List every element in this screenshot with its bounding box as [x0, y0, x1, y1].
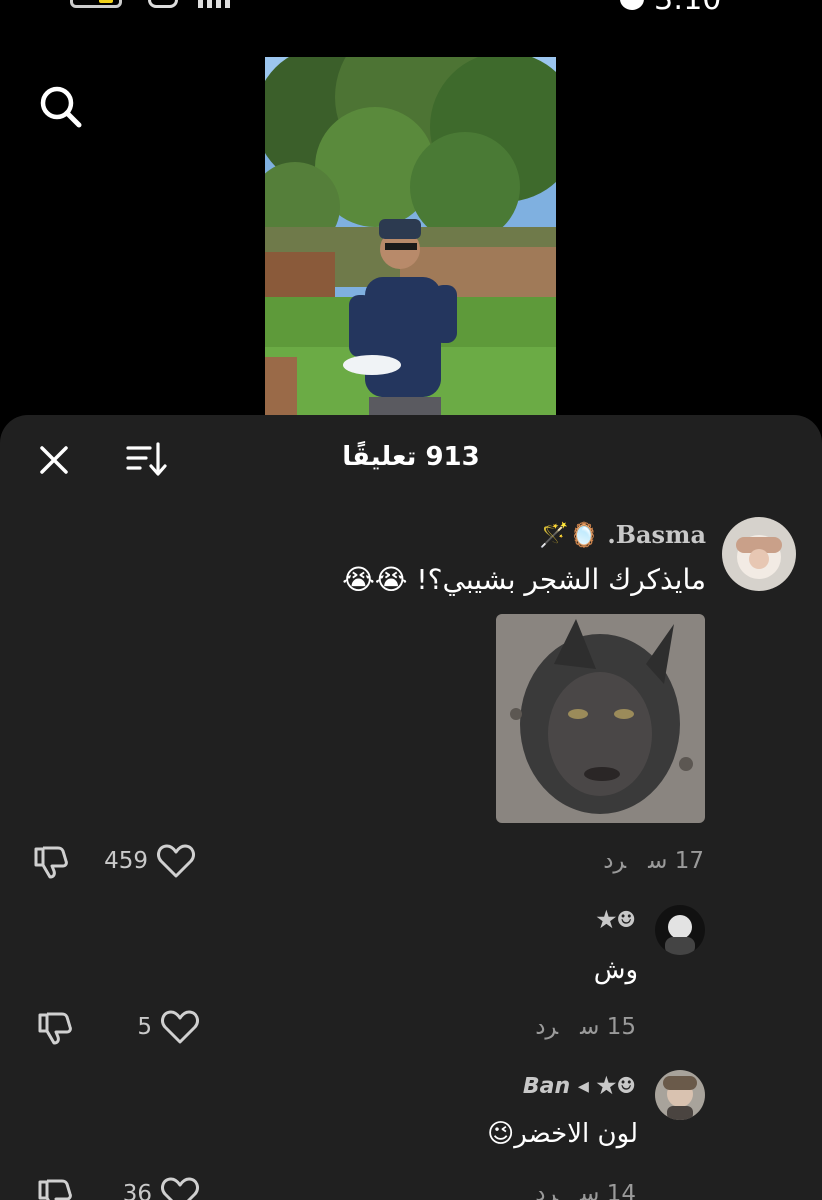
comment-meta: 15 س رد: [535, 1014, 636, 1040]
like-count: 459: [104, 848, 148, 874]
comment-meta: 14 س رد: [535, 1181, 636, 1200]
comments-sheet: 913 تعليقًا Basma. 🪞🪄 مايذكرك الشجر بشيب…: [0, 415, 822, 1200]
comment-time: 14 س: [580, 1181, 636, 1200]
close-icon: [40, 446, 68, 474]
sticker-image: [496, 614, 705, 823]
comment-text: وش: [593, 955, 638, 985]
search-button[interactable]: [32, 80, 88, 136]
reply-button[interactable]: رد: [535, 1014, 558, 1040]
like-count: 5: [137, 1014, 152, 1040]
thumbs-down-icon: [38, 1179, 72, 1200]
comment-sticker[interactable]: [496, 614, 705, 823]
dislike-button[interactable]: [36, 1009, 74, 1047]
video-player[interactable]: [265, 57, 556, 427]
like-button[interactable]: [160, 1009, 200, 1045]
like-button[interactable]: [156, 843, 196, 879]
comment-time: 17 س: [648, 848, 704, 874]
heart-icon: [161, 1010, 199, 1044]
like-button[interactable]: [160, 1176, 200, 1200]
avatar-image: [722, 517, 796, 591]
reply-button[interactable]: رد: [603, 848, 626, 874]
avatar[interactable]: [722, 517, 796, 591]
link-icon: [148, 0, 178, 8]
comment-username[interactable]: ☻★: [597, 907, 636, 933]
avatar[interactable]: [655, 905, 705, 955]
comment-text: مايذكرك الشجر بشيبي؟! 😭😭: [342, 563, 706, 596]
sort-icon: [126, 442, 167, 476]
comment-username[interactable]: ☻★ ◂ 𝘽𝙖𝙣: [523, 1073, 636, 1099]
heart-icon: [161, 1177, 199, 1200]
reply-button[interactable]: رد: [535, 1181, 558, 1200]
video-frame: [265, 57, 556, 427]
dislike-button[interactable]: [32, 843, 70, 881]
avatar-image: [655, 1070, 705, 1120]
heart-icon: [157, 844, 195, 878]
dislike-button[interactable]: [36, 1176, 74, 1200]
status-time: 3:10: [654, 0, 721, 15]
sort-button[interactable]: [124, 438, 170, 482]
clock-icon: [620, 0, 644, 10]
comment-meta: 17 س رد: [603, 848, 704, 874]
status-bar: 3:10: [0, 0, 822, 15]
like-count: 36: [122, 1181, 152, 1200]
avatar-image: [655, 905, 705, 955]
comment-username[interactable]: Basma. 🪞🪄: [539, 520, 706, 549]
comments-count-title: 913 تعليقًا: [342, 442, 480, 472]
comment-time: 15 س: [580, 1014, 636, 1040]
thumbs-down-icon: [38, 1012, 72, 1045]
battery-icon: [70, 0, 122, 8]
avatar[interactable]: [655, 1070, 705, 1120]
signal-icon: [198, 0, 238, 8]
thumbs-down-icon: [34, 846, 68, 879]
search-icon: [40, 86, 82, 128]
comment-text: لون الاخضر😉: [487, 1119, 638, 1149]
close-button[interactable]: [34, 440, 74, 480]
